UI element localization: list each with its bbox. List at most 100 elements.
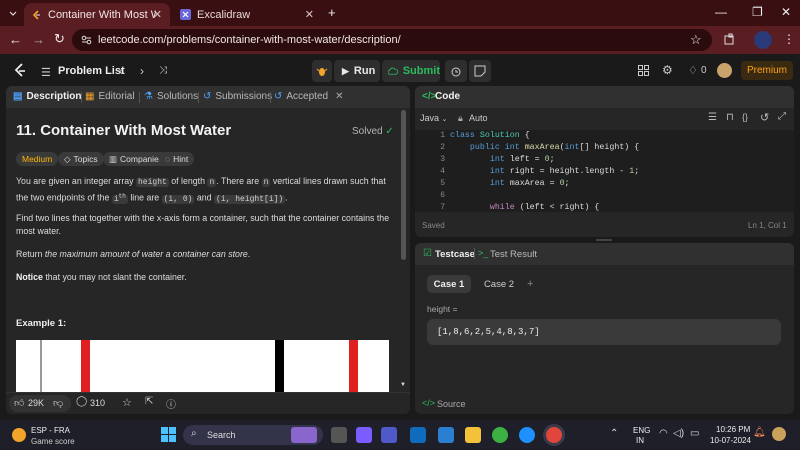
widget-title[interactable]: ESP - FRA [31,426,70,435]
thumbs-down-icon[interactable]: 👎︎ [53,397,63,409]
teams-icon[interactable] [381,427,397,443]
forward-arrow-icon[interactable]: → [32,32,45,47]
testcase-input[interactable]: [1,8,6,2,5,4,8,3,7] [427,319,781,345]
tab-testcase[interactable]: Testcase [435,249,475,260]
user-avatar[interactable] [717,63,732,78]
reload-icon[interactable]: ↻ [54,31,65,47]
address-bar[interactable]: leetcode.com/problems/container-with-mos… [72,29,712,51]
premium-button[interactable]: Premium [741,61,793,80]
shuffle-icon[interactable]: ⤨ [159,65,167,76]
reset-icon[interactable]: ↺ [760,111,769,124]
notification-bell-icon[interactable]: 🔔︎ [753,427,766,438]
copilot-widget-icon[interactable] [772,427,786,441]
tab-solutions[interactable]: ⚗ Solutions [144,91,198,102]
case-2-tab[interactable]: Case 2 [477,275,521,293]
file-explorer-icon[interactable] [465,427,481,443]
edge-icon[interactable] [519,427,535,443]
submit-button[interactable]: Submit [382,60,440,82]
tab-description[interactable]: ▤ Description [13,91,81,102]
close-tab-icon[interactable]: ✕ [153,8,162,21]
bookmark-star-icon[interactable]: ☆ [690,32,702,48]
case-1-tab[interactable]: Case 1 [427,275,471,293]
chevron-up-icon[interactable]: ⌃ [610,428,618,439]
search-highlight-image [291,427,317,443]
scroll-down-icon[interactable]: ▼ [400,382,406,388]
taskbar-search-box[interactable]: ⌕ Search [183,425,323,445]
tab-accepted[interactable]: ↺ Accepted ✕ [274,91,343,102]
text: . [247,249,251,259]
line-number: 2 [440,143,445,152]
resize-handle[interactable] [596,239,612,241]
close-tab-icon[interactable]: ✕ [305,8,314,21]
inline-code: n [207,178,217,187]
add-case-button[interactable]: + [527,278,533,290]
comment-icon[interactable]: ◯ [76,396,87,407]
speaker-icon[interactable]: ◁) [673,428,684,439]
mail-icon[interactable] [410,427,426,443]
next-problem-icon[interactable]: › [140,64,144,78]
tab-test-result[interactable]: Test Result [490,249,537,260]
code-editor[interactable]: 1 class Solution { 2 public int maxArea(… [415,130,794,212]
param-label: height = [427,304,458,314]
tab-search-icon[interactable] [8,8,18,18]
bookmark-icon[interactable]: ⊓ [726,112,734,123]
braces-icon[interactable]: {} [742,112,748,122]
scrollbar-thumb[interactable] [401,110,406,260]
clock-time[interactable]: 10:26 PM [716,425,750,434]
comment-count: 310 [90,398,106,408]
battery-icon[interactable]: ▭ [690,428,699,439]
chart-bar [275,340,284,392]
back-arrow-icon[interactable]: ← [9,32,22,47]
new-tab-button[interactable]: + [328,5,336,20]
chrome-icon[interactable] [492,427,508,443]
chip-label: Hint [173,154,189,164]
problem-list-link[interactable]: Problem List [58,60,125,82]
like-count: 29K [28,398,45,408]
leetcode-logo-icon[interactable] [13,63,27,79]
close-tab-icon[interactable]: ✕ [335,91,343,102]
wifi-icon[interactable]: ◠ [659,428,668,439]
timer-button[interactable] [445,60,467,82]
debug-button[interactable] [312,60,332,82]
hint-chip[interactable]: ◌ Hint [159,152,195,166]
language-indicator[interactable]: ENG [633,426,650,435]
run-button[interactable]: ▶ Run [334,60,380,82]
prev-problem-icon[interactable]: ‹ [119,64,123,78]
scrollbar[interactable]: ▼ [400,110,406,390]
site-info-icon[interactable] [81,35,92,45]
fullscreen-icon[interactable]: ⤢ [778,111,786,122]
profile-avatar[interactable] [754,31,772,49]
browser-tab-excalidraw[interactable]: Excalidraw ✕ [172,3,322,26]
topics-chip[interactable]: ◇ Topics [58,152,104,166]
minimize-window-icon[interactable]: — [715,5,727,19]
auto-mode-label[interactable]: Auto [469,113,488,123]
share-icon[interactable]: ⇱ [145,396,153,407]
store-icon[interactable] [438,427,454,443]
notes-button[interactable] [469,60,491,82]
close-window-icon[interactable]: ✕ [781,5,791,19]
language-select[interactable]: Java ⌄ [420,113,447,123]
browser-tab-leetcode[interactable]: Container With Most Water - Le ✕ [24,3,170,26]
tab-submissions[interactable]: ↺ Submissions [203,91,272,102]
extensions-icon[interactable] [724,33,736,45]
check-circle-icon: ✓ [385,126,394,137]
streak-flame-icon[interactable]: ♢ [688,64,698,77]
layout-grid-icon[interactable] [638,65,649,76]
thumbs-up-icon[interactable]: 👍︎ [14,397,24,409]
restore-window-icon[interactable]: ❐ [752,5,763,19]
source-link[interactable]: Source [437,399,466,409]
weather-widget-icon[interactable] [12,428,26,442]
help-icon[interactable]: ⓘ [166,396,176,411]
history-icon: ↺ [203,91,212,102]
task-view-icon[interactable] [331,427,347,443]
code-line: int right = height.length - 1; [489,167,640,176]
chrome-active-icon[interactable] [546,427,562,443]
favorite-star-icon[interactable]: ☆ [122,396,132,409]
browser-menu-icon[interactable]: ⋮ [783,32,795,46]
settings-gear-icon[interactable]: ⚙ [662,63,673,77]
emphasis: the maximum amount of water a container … [44,249,248,259]
windows-start-icon[interactable] [161,427,176,442]
copilot-icon[interactable] [356,427,372,443]
tab-editorial[interactable]: ▦ Editorial [85,91,135,102]
format-icon[interactable]: ☰ [708,112,717,123]
